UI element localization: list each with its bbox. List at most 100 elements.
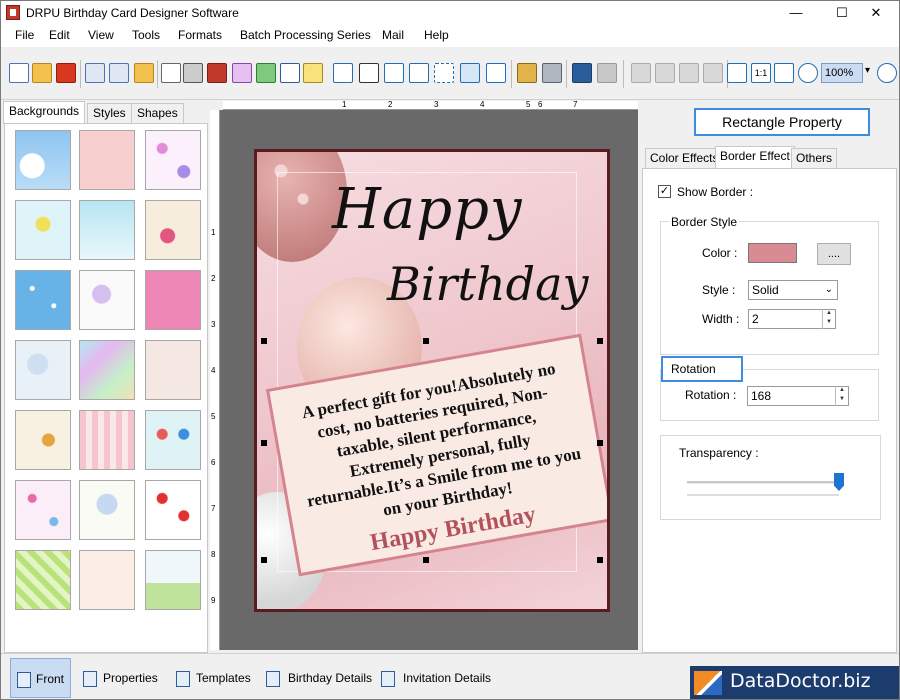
background-thumbnail[interactable] bbox=[79, 200, 135, 260]
zoom-out-icon[interactable] bbox=[877, 63, 897, 83]
menu-tools[interactable]: Tools bbox=[132, 28, 160, 42]
spinner-arrows-icon[interactable]: ▲ ▼ bbox=[822, 309, 835, 329]
signature-icon[interactable] bbox=[434, 63, 454, 83]
resize-handle[interactable] bbox=[423, 338, 429, 344]
background-thumbnail[interactable] bbox=[145, 340, 201, 400]
image-icon[interactable] bbox=[256, 63, 276, 83]
border-color-swatch[interactable] bbox=[748, 243, 797, 263]
menu-file[interactable]: File bbox=[15, 28, 34, 42]
color-picker-button[interactable]: .... bbox=[817, 243, 851, 265]
menu-edit[interactable]: Edit bbox=[49, 28, 70, 42]
zoom-in-icon[interactable] bbox=[798, 63, 818, 83]
resize-handle[interactable] bbox=[261, 557, 267, 563]
spinner-arrows-icon[interactable]: ▲ ▼ bbox=[835, 386, 848, 406]
database-icon[interactable] bbox=[517, 63, 537, 83]
resize-handle[interactable] bbox=[597, 440, 603, 446]
show-border-checkbox[interactable]: ✓ bbox=[658, 185, 671, 198]
resize-handle[interactable] bbox=[423, 557, 429, 563]
delete-icon[interactable] bbox=[703, 63, 723, 83]
background-thumbnail[interactable] bbox=[145, 270, 201, 330]
menu-batch-processing[interactable]: Batch Processing Series bbox=[240, 28, 371, 42]
open-folder-icon[interactable] bbox=[32, 63, 52, 83]
background-thumbnail[interactable] bbox=[79, 410, 135, 470]
background-thumbnail[interactable] bbox=[15, 270, 71, 330]
background-thumbnail[interactable] bbox=[79, 550, 135, 610]
background-thumbnail[interactable] bbox=[15, 410, 71, 470]
resize-handle[interactable] bbox=[597, 338, 603, 344]
background-thumbnail[interactable] bbox=[145, 200, 201, 260]
export-icon[interactable] bbox=[134, 63, 154, 83]
menu-mail[interactable]: Mail bbox=[382, 28, 404, 42]
envelope-icon[interactable] bbox=[460, 63, 480, 83]
menu-help[interactable]: Help bbox=[424, 28, 449, 42]
background-thumbnail[interactable] bbox=[15, 130, 71, 190]
gift-icon[interactable] bbox=[232, 63, 252, 83]
background-thumbnail[interactable] bbox=[79, 130, 135, 190]
card-title-happy[interactable]: Happy bbox=[332, 177, 523, 242]
toolbar-separator bbox=[157, 60, 158, 88]
bottom-tab-templates[interactable]: Templates bbox=[172, 658, 258, 698]
background-thumbnail[interactable] bbox=[15, 340, 71, 400]
barcode-icon[interactable] bbox=[359, 63, 379, 83]
line-icon[interactable] bbox=[486, 63, 506, 83]
menu-view[interactable]: View bbox=[88, 28, 114, 42]
resize-handle[interactable] bbox=[597, 557, 603, 563]
tab-backgrounds[interactable]: Backgrounds bbox=[3, 101, 86, 124]
close-doc-icon[interactable] bbox=[56, 63, 76, 83]
new-icon[interactable] bbox=[9, 63, 29, 83]
background-thumbnail[interactable] bbox=[79, 270, 135, 330]
wordart-icon[interactable] bbox=[333, 63, 353, 83]
border-style-select[interactable]: Solid ⌄ bbox=[748, 280, 838, 300]
grid-icon[interactable] bbox=[727, 63, 747, 83]
print-icon[interactable] bbox=[183, 63, 203, 83]
background-thumbnail[interactable] bbox=[145, 130, 201, 190]
background-thumbnail[interactable] bbox=[15, 480, 71, 540]
layers-icon[interactable] bbox=[207, 63, 227, 83]
zoom-level-field[interactable]: 100% bbox=[821, 63, 863, 83]
background-thumbnail[interactable] bbox=[15, 550, 71, 610]
background-thumbnail[interactable] bbox=[145, 480, 201, 540]
tab-border-effect[interactable]: Border Effect bbox=[715, 146, 795, 169]
resize-handle[interactable] bbox=[261, 440, 267, 446]
copy-icon[interactable] bbox=[655, 63, 675, 83]
text-box-icon[interactable] bbox=[409, 63, 429, 83]
tab-styles[interactable]: Styles bbox=[87, 103, 132, 123]
bottom-tab-birthday-details[interactable]: Birthday Details bbox=[263, 658, 373, 698]
redo-icon[interactable] bbox=[597, 63, 617, 83]
print-preview-icon[interactable] bbox=[161, 63, 181, 83]
bottom-tab-front[interactable]: Front bbox=[10, 658, 71, 698]
cut-icon[interactable] bbox=[631, 63, 651, 83]
border-width-input[interactable]: 2 ▲ ▼ bbox=[748, 309, 836, 329]
background-thumbnail[interactable] bbox=[79, 480, 135, 540]
zoom-dropdown-icon[interactable]: ▾ bbox=[865, 65, 870, 76]
bottom-tab-properties[interactable]: Properties bbox=[79, 658, 165, 698]
birthday-card[interactable]: Happy Birthday A perfect gift for you!Ab… bbox=[254, 149, 610, 612]
rotation-input[interactable]: 168 ▲ ▼ bbox=[747, 386, 849, 406]
card-title-birthday[interactable]: Birthday bbox=[387, 257, 588, 311]
shapes-icon[interactable] bbox=[303, 63, 323, 83]
toolbar-separator bbox=[511, 60, 512, 88]
background-thumbnail[interactable] bbox=[145, 410, 201, 470]
background-thumbnail[interactable] bbox=[79, 340, 135, 400]
save-as-icon[interactable] bbox=[109, 63, 129, 83]
resize-handle[interactable] bbox=[261, 338, 267, 344]
actual-size-icon[interactable]: 1:1 bbox=[751, 63, 771, 83]
pen-icon[interactable] bbox=[280, 63, 300, 83]
minimize-button[interactable]: — bbox=[773, 1, 819, 25]
tab-shapes[interactable]: Shapes bbox=[131, 103, 184, 123]
tab-color-effects[interactable]: Color Effects bbox=[645, 148, 724, 168]
background-thumbnail[interactable] bbox=[15, 200, 71, 260]
fit-page-icon[interactable] bbox=[774, 63, 794, 83]
bottom-tab-invitation-details[interactable]: Invitation Details bbox=[378, 658, 498, 698]
text-icon[interactable] bbox=[384, 63, 404, 83]
menu-formats[interactable]: Formats bbox=[178, 28, 222, 42]
transparency-slider-track[interactable] bbox=[687, 481, 839, 484]
paste-icon[interactable] bbox=[679, 63, 699, 83]
templates-icon bbox=[176, 671, 190, 687]
undo-icon[interactable] bbox=[572, 63, 592, 83]
database-settings-icon[interactable] bbox=[542, 63, 562, 83]
background-thumbnail[interactable] bbox=[145, 550, 201, 610]
tab-others[interactable]: Others bbox=[791, 148, 838, 168]
close-button[interactable]: ✕ bbox=[853, 1, 899, 25]
save-icon[interactable] bbox=[85, 63, 105, 83]
